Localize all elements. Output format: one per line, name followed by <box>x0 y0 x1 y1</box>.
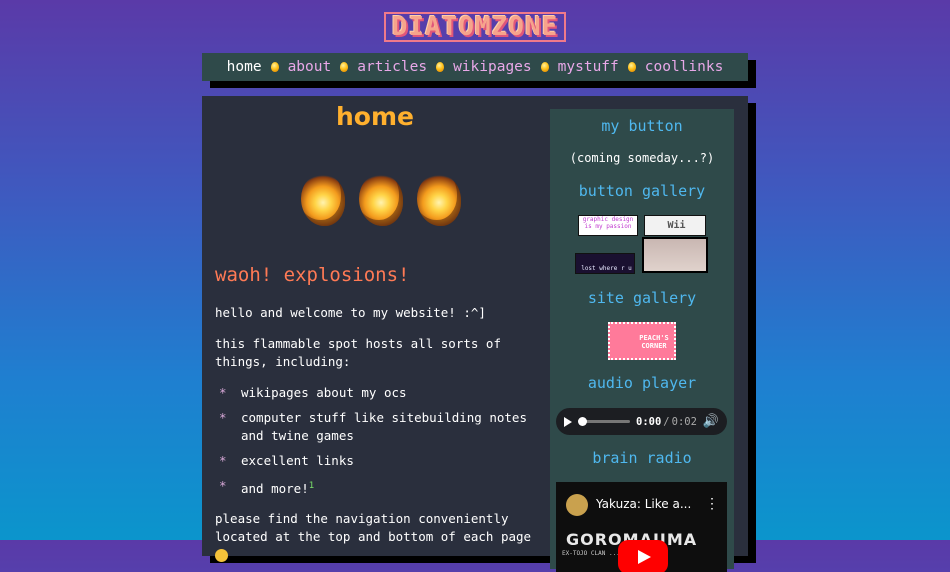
site-logo[interactable]: DIATOMZONE <box>384 12 566 42</box>
channel-avatar <box>566 494 588 516</box>
flame-dot-icon <box>627 62 636 72</box>
footnote-link[interactable]: 1 <box>309 481 314 491</box>
nav-wikipages[interactable]: wikipages <box>453 59 532 75</box>
video-title: Yakuza: Like a... <box>596 497 692 511</box>
youtube-play-icon[interactable] <box>618 540 668 572</box>
site-button-peaches-corner[interactable]: PEACH'S CORNER <box>608 322 676 360</box>
gallery-button-lost[interactable]: lost where r u <box>575 253 635 274</box>
audio-seek-track[interactable] <box>578 417 630 426</box>
brain-radio-heading: brain radio <box>592 449 692 467</box>
bullet-star-icon: * <box>219 478 227 493</box>
audio-current-time: 0:00 <box>636 415 662 428</box>
bullet-star-icon: * <box>219 453 227 468</box>
flame-dot-icon <box>270 62 279 72</box>
nav-coollinks[interactable]: coollinks <box>645 59 724 75</box>
list-item-text: and more! <box>241 481 309 497</box>
nav-home[interactable]: home <box>227 59 262 75</box>
audio-player-heading: audio player <box>587 374 697 392</box>
navigation-note: please find the navigation conveniently … <box>215 510 537 564</box>
intro-text: hello and welcome to my website! :^] <box>215 305 486 320</box>
flame-dot-icon <box>436 62 445 72</box>
nav-articles[interactable]: articles <box>357 59 427 75</box>
gallery-button-graphic-design[interactable]: graphic design is my passion <box>578 215 638 236</box>
embedded-video[interactable]: Yakuza: Like a... ⋮ GOROMAJIMA EX-TOJO C… <box>556 482 727 572</box>
sidebar: my button (coming someday...?) button ga… <box>550 109 734 572</box>
audio-player: 0:00 / 0:02 🔊 <box>556 408 727 435</box>
nav-mystuff[interactable]: mystuff <box>558 59 619 75</box>
list-item-text: wikipages about my ocs <box>241 385 407 400</box>
audio-duration: 0:02 <box>671 415 697 428</box>
top-nav: home about articles wikipages mystuff co… <box>202 53 748 81</box>
list-item: * and more!1 <box>215 477 535 498</box>
explosion-row <box>301 174 461 230</box>
more-options-icon[interactable]: ⋮ <box>705 496 719 512</box>
audio-seek-thumb[interactable] <box>578 417 587 426</box>
gallery-button-wii[interactable]: Wii <box>644 215 706 236</box>
nav-about[interactable]: about <box>288 59 332 75</box>
flame-dot-icon <box>540 62 549 72</box>
explosion-icon <box>301 174 345 226</box>
hosts-text: this flammable spot hosts all sorts of t… <box>215 336 501 369</box>
smiley-emoji-icon <box>215 549 228 562</box>
list-item-text: computer stuff like sitebuilding notes a… <box>241 410 527 443</box>
gallery-button-photo[interactable] <box>642 237 708 273</box>
site-gallery-heading: site gallery <box>587 289 697 307</box>
section-heading: waoh! explosions! <box>215 264 410 286</box>
volume-icon[interactable]: 🔊 <box>703 414 719 429</box>
flame-dot-icon <box>340 62 349 72</box>
button-gallery-heading: button gallery <box>578 182 706 200</box>
list-item-text: excellent links <box>241 453 354 468</box>
coming-soon-text: (coming someday...?) <box>569 151 715 165</box>
audio-time-separator: / <box>663 415 670 428</box>
page-title: home <box>336 102 414 131</box>
list-item: * wikipages about my ocs <box>215 384 535 402</box>
bullet-star-icon: * <box>219 410 227 425</box>
list-item: * computer stuff like sitebuilding notes… <box>215 409 535 445</box>
main-panel: home waoh! explosions! hello and welcome… <box>202 96 748 572</box>
navigation-note-text: please find the navigation conveniently … <box>215 511 532 544</box>
explosion-icon <box>417 174 461 226</box>
bullet-star-icon: * <box>219 385 227 400</box>
my-button-heading: my button <box>601 117 683 135</box>
feature-list: * wikipages about my ocs * computer stuf… <box>215 384 535 505</box>
explosion-icon <box>359 174 403 226</box>
list-item: * excellent links <box>215 452 535 470</box>
play-icon[interactable] <box>564 416 572 427</box>
